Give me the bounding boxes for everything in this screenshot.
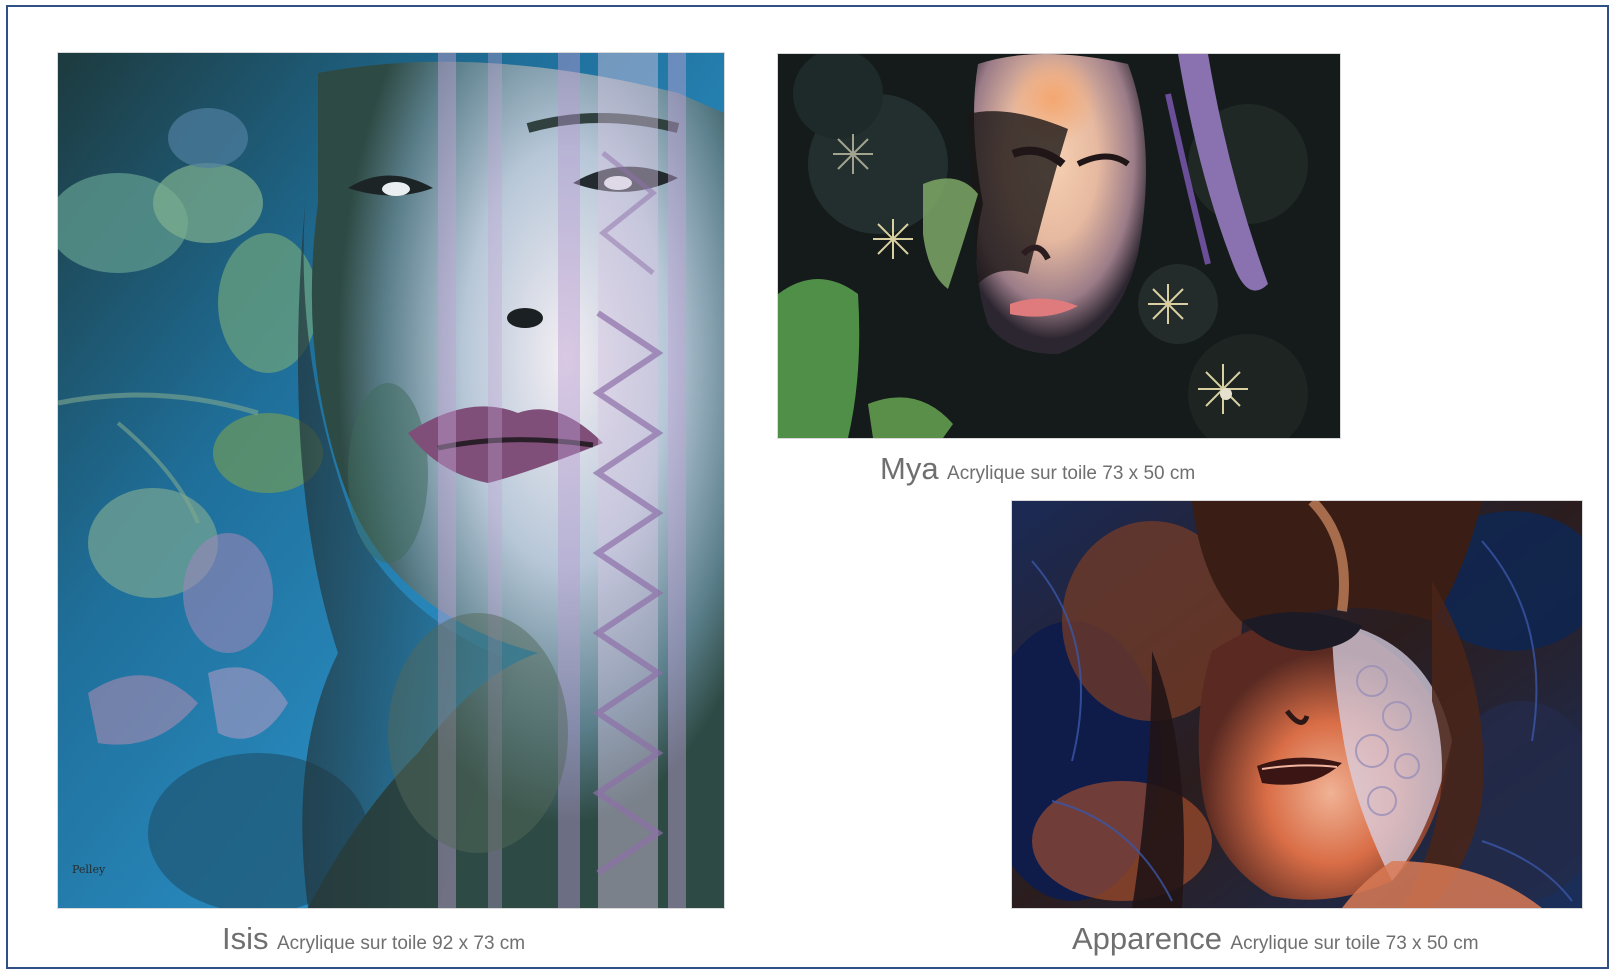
painting-apparence [1012,501,1582,908]
artwork-title: Apparence [1072,921,1222,956]
artwork-title: Mya [880,451,939,486]
artwork-details: Acrylique sur toile 73 x 50 cm [947,463,1196,484]
caption-mya: Mya Acrylique sur toile 73 x 50 cm [880,453,1195,484]
caption-apparence: Apparence Acrylique sur toile 73 x 50 cm [1072,923,1479,954]
painting-apparence-image [1012,501,1582,908]
caption-isis: Isis Acrylique sur toile 92 x 73 cm [222,923,525,954]
artwork-title: Isis [222,921,269,956]
painting-mya [778,54,1340,438]
painting-mya-image [778,54,1340,438]
painting-isis-image: Pelley [58,53,724,908]
artwork-details: Acrylique sur toile 92 x 73 cm [276,933,526,954]
painting-signature: Pelley [72,863,106,876]
artwork-details: Acrylique sur toile 73 x 50 cm [1230,933,1479,954]
painting-isis: Pelley [58,53,724,908]
